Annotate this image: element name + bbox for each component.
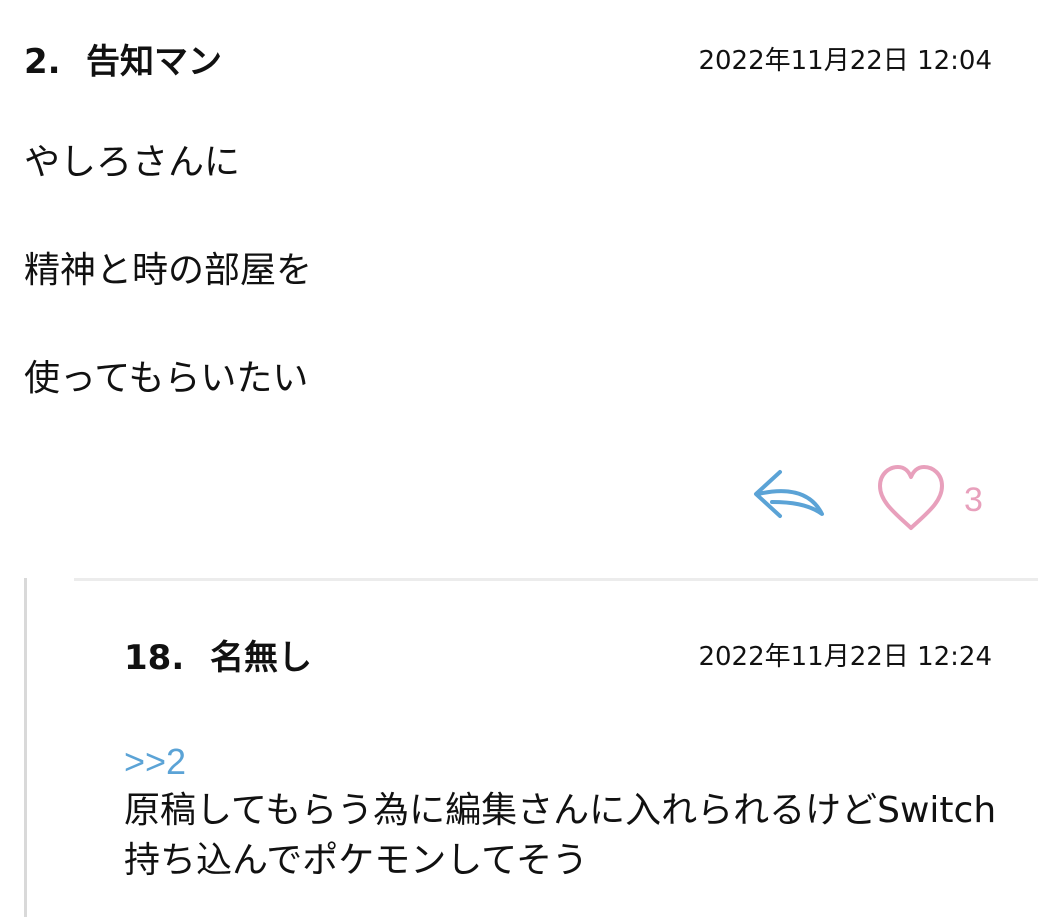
reply-author: 名無し <box>210 638 312 678</box>
reply-body: >>2 原稿してもらう為に編集さんに入れられるけどSwitch持ち込んでポケモン… <box>124 738 1004 886</box>
reply-number: 18. <box>124 638 185 678</box>
thread-indent-bar <box>24 578 27 917</box>
comment-body: やしろさんに 精神と時の部屋を 使ってもらいたい <box>24 138 984 462</box>
reply-text: 原稿してもらう為に編集さんに入れられるけどSwitch持ち込んでポケモンしてそう <box>124 790 997 881</box>
comment-author: 告知マン <box>86 42 222 82</box>
heart-outline-icon[interactable] <box>876 464 946 534</box>
reply-header: 18. 名無し 2022年11月22日 12:24 <box>124 634 992 684</box>
comment-line: 使ってもらいたい <box>24 358 309 399</box>
comment-line: やしろさんに <box>24 142 241 183</box>
thread-divider <box>74 578 1038 581</box>
reply-anchor-link[interactable]: >>2 <box>124 738 1004 786</box>
reply-thread: 18. 名無し 2022年11月22日 12:24 >>2 原稿してもらう為に編… <box>0 578 1038 917</box>
like-count: 3 <box>964 481 983 519</box>
reply-arrow-icon[interactable] <box>750 464 828 526</box>
comment-actions: 3 <box>750 464 1000 536</box>
reply-timestamp: 2022年11月22日 12:24 <box>698 642 992 672</box>
comment-header: 2. 告知マン 2022年11月22日 12:04 <box>24 36 992 86</box>
comment-line: 精神と時の部屋を <box>24 250 313 291</box>
comment-post: 2. 告知マン 2022年11月22日 12:04 やしろさんに 精神と時の部屋… <box>0 0 1038 560</box>
comment-timestamp: 2022年11月22日 12:04 <box>698 46 992 76</box>
comment-number: 2. <box>24 42 61 82</box>
